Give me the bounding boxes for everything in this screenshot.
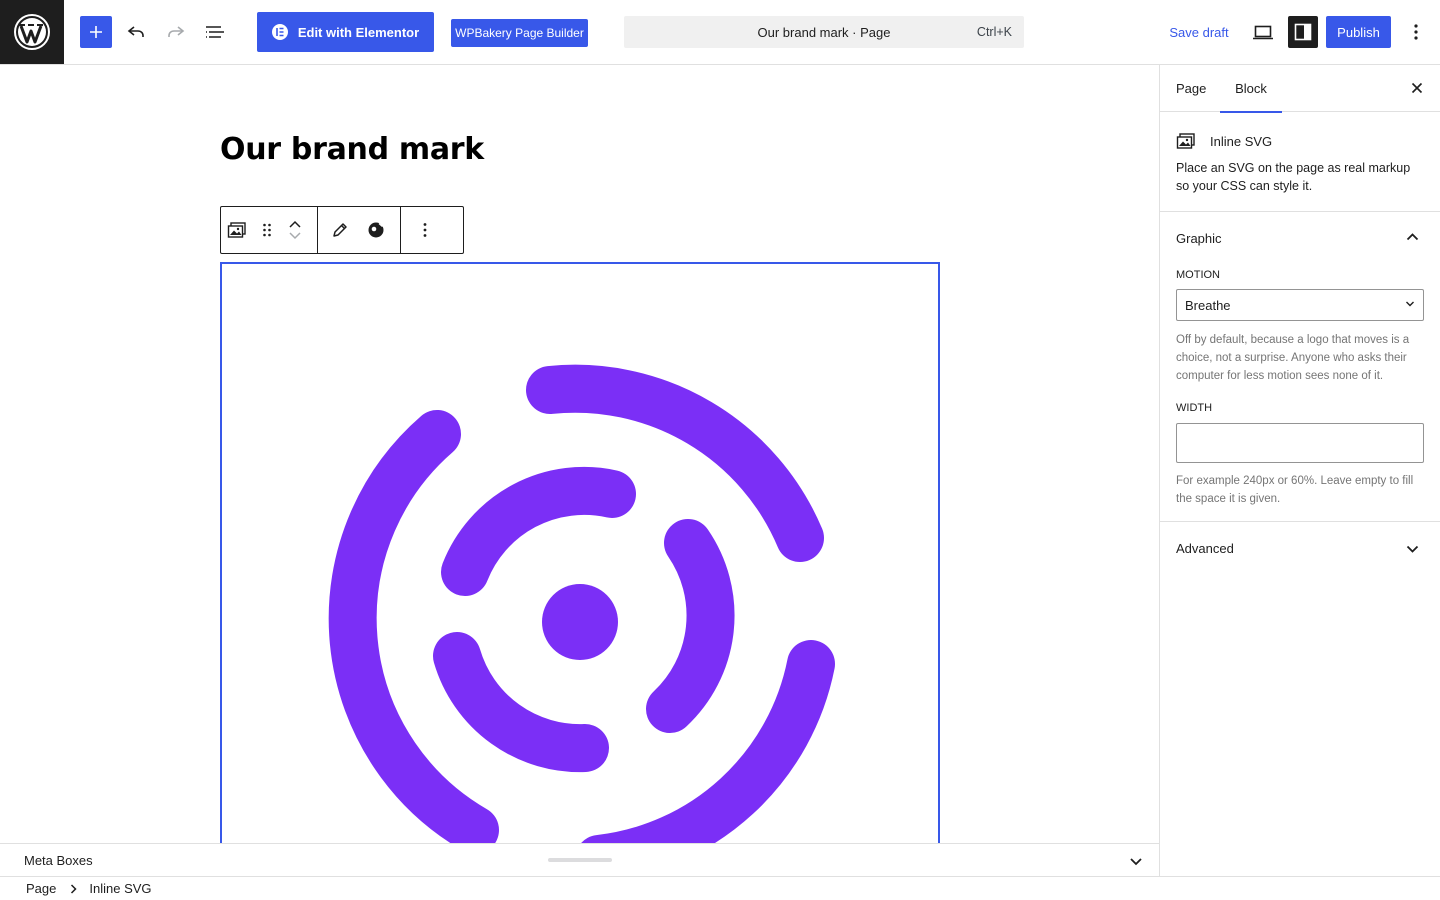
device-preview-button[interactable]	[1246, 16, 1280, 48]
block-toolbar	[220, 206, 464, 254]
block-options-button[interactable]	[401, 207, 449, 253]
document-overview-button[interactable]	[199, 16, 231, 48]
edit-svg-button[interactable]	[322, 207, 358, 253]
pencil-icon	[333, 223, 347, 237]
page-title[interactable]: Our brand mark	[220, 132, 484, 167]
desktop-icon	[1253, 25, 1273, 40]
inline-svg-block-icon	[1176, 133, 1195, 149]
motion-help-text: Off by default, because a logo that move…	[1176, 334, 1410, 382]
motion-label: Motion	[1176, 269, 1220, 281]
redo-icon	[168, 26, 185, 37]
drag-handle[interactable]	[253, 207, 281, 253]
inline-svg-block-icon	[227, 222, 246, 238]
brand-mark-outer-arc-top	[526, 364, 824, 562]
advanced-panel-toggle[interactable]	[1404, 541, 1420, 557]
elementor-icon	[271, 24, 288, 40]
brand-mark-center-dot	[542, 584, 618, 660]
block-toolbar-group-more	[401, 207, 449, 253]
chevron-down-icon[interactable]	[288, 232, 302, 240]
chevron-down-icon	[1130, 857, 1142, 865]
block-card-title: Inline SVG	[1210, 133, 1273, 149]
chevron-down-icon	[1406, 545, 1418, 553]
brand-mark-graphic	[328, 364, 835, 843]
meta-boxes-resize-handle[interactable]	[548, 858, 612, 862]
width-label: Width	[1176, 402, 1213, 414]
meta-boxes-label: Meta Boxes	[24, 853, 93, 868]
document-title: Our brand mark · Page	[757, 24, 891, 40]
width-help-text: For example 240px or 60%. Leave empty to…	[1176, 475, 1414, 505]
graphic-panel-toggle[interactable]	[1404, 229, 1420, 245]
graphic-panel-title[interactable]: Graphic	[1176, 231, 1222, 246]
block-card-description: Place an SVG on the page as real markup …	[1176, 161, 1411, 193]
block-type-switcher[interactable]	[221, 207, 253, 253]
motion-select[interactable]: Breathe	[1176, 289, 1424, 321]
edit-with-elementor-button[interactable]: Edit with Elementor	[257, 12, 434, 52]
advanced-panel-title[interactable]: Advanced	[1176, 541, 1234, 556]
brand-mark-inner-arc-bottom	[433, 632, 609, 773]
sidebar-tabs: Page Block	[1160, 65, 1440, 113]
width-input[interactable]	[1176, 423, 1424, 463]
chevron-down-icon	[1406, 301, 1414, 307]
options-menu-button[interactable]	[1402, 16, 1430, 48]
publish-button[interactable]: Publish	[1326, 16, 1391, 48]
undo-button[interactable]	[120, 16, 152, 48]
more-vertical-icon	[423, 223, 427, 237]
chevron-up-icon	[1406, 233, 1418, 241]
save-draft-button[interactable]: Save draft	[1162, 16, 1236, 48]
add-block-button[interactable]	[80, 16, 112, 48]
breadcrumb-item-block[interactable]: Inline SVG	[89, 881, 151, 896]
wpbakery-button[interactable]: WPBakery Page Builder	[451, 19, 588, 47]
block-toolbar-group-parent	[221, 207, 318, 253]
breadcrumb-item-page[interactable]: Page	[26, 881, 56, 896]
undo-icon	[127, 26, 144, 37]
breadcrumb: Page Inline SVG	[0, 876, 1440, 900]
divider	[1160, 521, 1440, 522]
drag-handle-icon	[263, 223, 271, 237]
plus-icon	[90, 26, 102, 38]
tab-block[interactable]: Block	[1220, 65, 1282, 113]
elementor-label: Edit with Elementor	[297, 24, 420, 40]
more-vertical-icon	[1414, 24, 1418, 40]
redo-button[interactable]	[160, 16, 192, 48]
editor-header: Edit with Elementor WPBakery Page Builde…	[0, 0, 1440, 65]
settings-sidebar: Page Block Inline SVG Place an SVG on th…	[1159, 65, 1440, 876]
sidebar-icon	[1294, 23, 1312, 41]
chevron-right-icon	[70, 883, 77, 894]
close-icon	[1411, 82, 1423, 94]
motion-select-value: Breathe	[1185, 297, 1231, 313]
brand-mark-outer-arc-left	[328, 410, 499, 843]
block-card: Inline SVG Place an SVG on the page as r…	[1176, 131, 1426, 195]
wordpress-logo-button[interactable]	[0, 0, 64, 64]
tab-page[interactable]: Page	[1176, 65, 1206, 112]
close-sidebar-button[interactable]	[1406, 77, 1428, 99]
command-palette-button[interactable]: Our brand mark · Page Ctrl+K	[624, 16, 1024, 48]
block-toolbar-group-edit	[318, 207, 401, 253]
inline-svg-block[interactable]	[220, 262, 940, 843]
editor-canvas: Our brand mark	[0, 65, 1159, 843]
meta-boxes-toggle[interactable]	[1126, 852, 1146, 870]
divider	[1160, 211, 1440, 212]
block-mover	[281, 207, 309, 253]
settings-sidebar-toggle[interactable]	[1288, 16, 1318, 48]
brand-mark-inner-arc-top	[441, 466, 636, 596]
keyboard-shortcut: Ctrl+K	[976, 25, 1012, 39]
color-palette-icon	[368, 222, 384, 238]
wordpress-icon	[14, 14, 50, 50]
style-svg-button[interactable]	[358, 207, 394, 253]
brand-mark-inner-arc-right	[646, 519, 735, 733]
list-view-icon	[206, 26, 224, 38]
meta-boxes-panel: Meta Boxes	[0, 843, 1159, 876]
chevron-up-icon[interactable]	[288, 220, 302, 228]
